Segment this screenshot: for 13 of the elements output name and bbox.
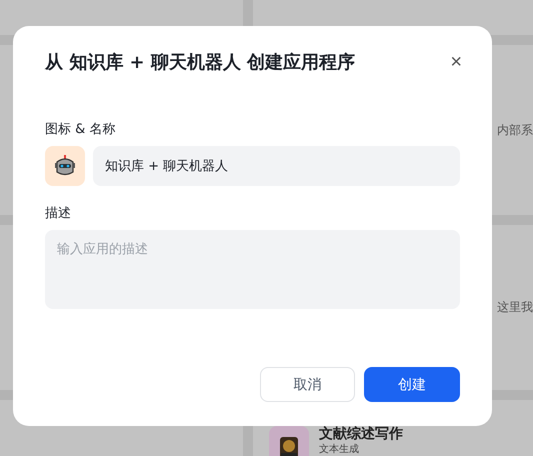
name-input[interactable]: 知识库 + 聊天机器人 — [93, 146, 460, 186]
dialog-title: 从 知识库 + 聊天机器人 创建应用程序 — [45, 51, 356, 74]
robot-icon[interactable] — [45, 146, 85, 186]
create-button[interactable]: 创建 — [364, 367, 460, 402]
card-subtitle: 文本生成 — [319, 442, 360, 456]
field-label: 图标 & 名称 — [45, 121, 116, 138]
field-label: 描述 — [45, 205, 72, 222]
description-input[interactable]: 输入应用的描述 — [45, 230, 460, 309]
cancel-button[interactable]: 取消 — [260, 367, 355, 402]
card-text: 这里我 — [497, 299, 533, 316]
card-title: 文献综述写作 — [319, 426, 403, 442]
card-text: 内部系 — [497, 122, 533, 138]
close-button[interactable]: × — [448, 52, 464, 72]
